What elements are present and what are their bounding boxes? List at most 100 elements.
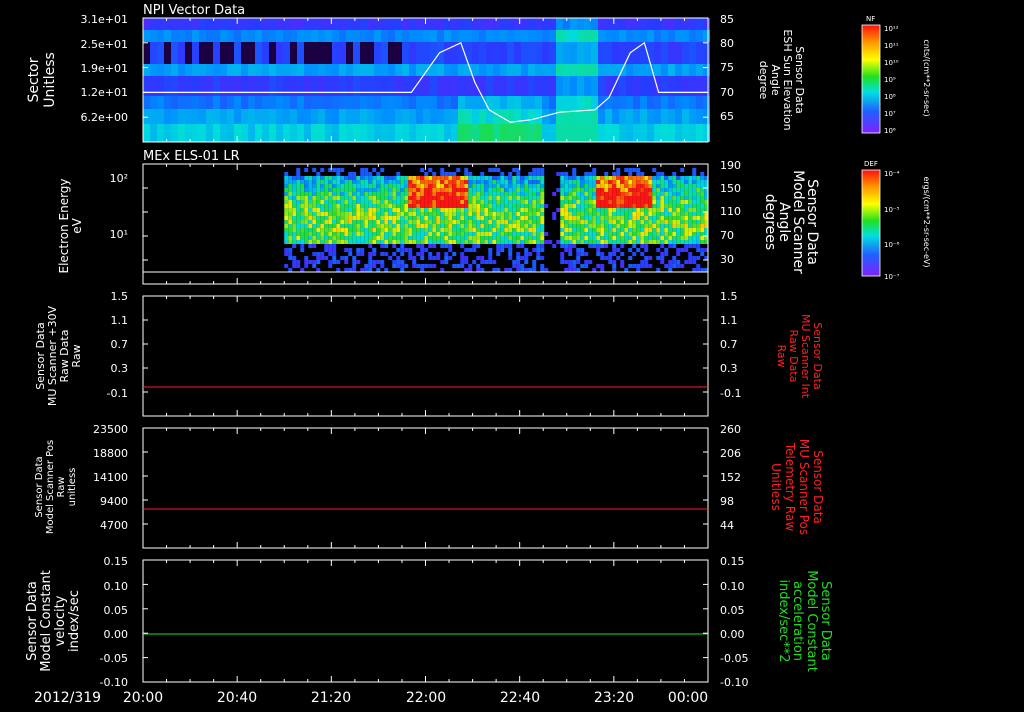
heat-cell [654,96,661,109]
heat-cell [568,192,573,196]
heat-cell [456,220,461,224]
heat-cell [380,212,385,216]
heat-cell [456,192,461,196]
heat-cell [348,208,353,212]
heat-cell [372,248,377,252]
heat-cell [484,220,489,224]
heat-cell [520,236,525,240]
heat-cell [290,109,297,124]
heat-cell [556,172,561,176]
time-axis: 2012/319 20:00 20:40 21:20 22:00 22:40 2… [34,690,708,706]
heat-cell [150,18,157,30]
heat-cell [324,216,329,220]
heat-cell [496,216,501,220]
heat-cell [584,76,591,96]
heat-cell [619,109,626,124]
heat-cell [352,180,357,184]
heat-cell [480,172,485,176]
heat-cell [324,244,329,248]
heat-cell [572,236,577,240]
heat-cell [633,42,640,64]
heat-cell [488,168,493,172]
heat-cell [633,109,640,124]
heat-cell [460,176,465,180]
heat-cell [428,200,433,204]
heat-cell [696,208,701,212]
heat-cell [486,76,493,96]
heat-cell [340,220,345,224]
heat-cell [484,204,489,208]
heat-cell [692,204,697,208]
heat-cell [325,64,332,76]
heat-cell [521,96,528,109]
heat-cell [576,204,581,208]
heat-cell [476,268,481,272]
heat-cell [632,244,637,248]
panel-1-spectrogram [143,18,710,142]
heat-cell [640,96,647,109]
heat-cell [320,232,325,236]
heat-cell [325,109,332,124]
heat-cell [636,208,641,212]
heat-cell [456,212,461,216]
heat-cell [388,192,393,196]
heat-cell [540,180,545,184]
heat-cell [348,248,353,252]
heat-cell [468,224,473,228]
heat-cell [376,196,381,200]
heat-cell [600,212,605,216]
heat-cell [661,30,668,42]
heat-cell [428,168,433,172]
heat-cell [304,212,309,216]
colorbar-1-tick: 10¹² [884,25,899,33]
heat-cell [316,188,321,192]
heat-cell [692,216,697,220]
panel-1-left-tick: 3.1e+01 [81,13,128,26]
heat-cell [456,196,461,200]
heat-cell [340,228,345,232]
heat-cell [213,30,220,42]
heat-cell [336,224,341,228]
heat-cell [360,224,365,228]
heat-cell [412,176,417,180]
heat-cell [620,184,625,188]
heat-cell [328,180,333,184]
heat-cell [536,184,541,188]
heat-cell [484,192,489,196]
heat-cell [374,96,381,109]
heat-cell [620,228,625,232]
heat-cell [496,228,501,232]
heat-cell [437,96,444,109]
heat-cell [652,220,657,224]
heat-cell [520,180,525,184]
heat-cell [312,184,317,188]
heat-cell [476,216,481,220]
heat-cell [312,188,317,192]
heat-cell [604,228,609,232]
heat-cell [468,208,473,212]
heat-cell [396,256,401,260]
heat-cell [432,208,437,212]
heat-cell [508,252,513,256]
heat-cell [675,96,682,109]
heat-cell [255,64,262,76]
heat-cell [402,30,409,42]
heat-cell [300,208,305,212]
heat-cell [624,232,629,236]
heat-cell [682,96,689,109]
heat-cell [568,176,573,180]
heat-cell [284,212,289,216]
heat-cell [496,176,501,180]
heat-cell [424,236,429,240]
heat-cell [292,204,297,208]
heat-cell [308,188,313,192]
heat-cell [444,240,449,244]
heat-cell [568,236,573,240]
heat-cell [416,208,421,212]
heat-cell [328,208,333,212]
heat-cell [392,192,397,196]
panel-3-left-tick: -0.1 [107,387,128,400]
heat-cell [396,204,401,208]
heat-cell [348,224,353,228]
heat-cell [492,208,497,212]
